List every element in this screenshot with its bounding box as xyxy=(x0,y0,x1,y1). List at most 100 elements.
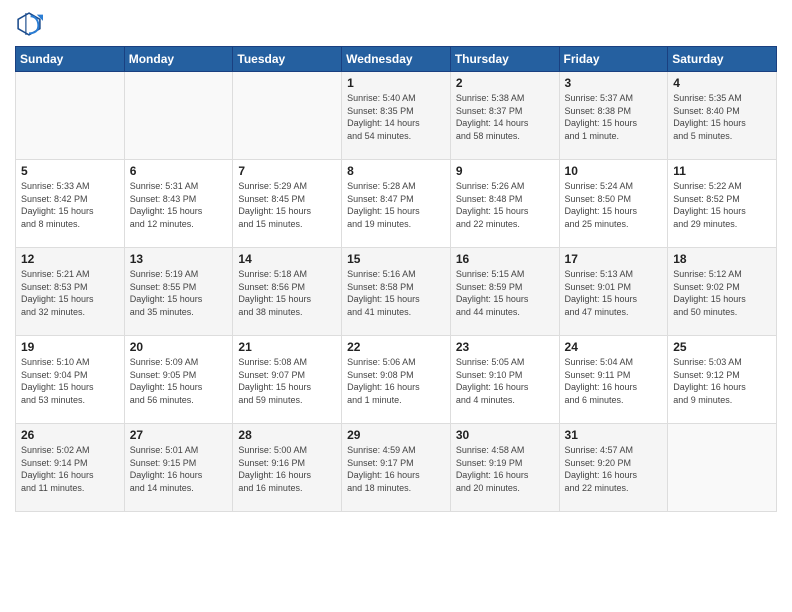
day-info: Sunrise: 5:18 AM Sunset: 8:56 PM Dayligh… xyxy=(238,268,336,318)
col-tuesday: Tuesday xyxy=(233,47,342,72)
day-info: Sunrise: 5:04 AM Sunset: 9:11 PM Dayligh… xyxy=(565,356,663,406)
col-monday: Monday xyxy=(124,47,233,72)
day-number: 30 xyxy=(456,428,554,442)
logo-icon xyxy=(15,10,43,38)
day-info: Sunrise: 5:01 AM Sunset: 9:15 PM Dayligh… xyxy=(130,444,228,494)
calendar-cell: 28 Sunrise: 5:00 AM Sunset: 9:16 PM Dayli… xyxy=(233,424,342,512)
header-row: Sunday Monday Tuesday Wednesday Thursday… xyxy=(16,47,777,72)
day-number: 11 xyxy=(673,164,771,178)
day-number: 13 xyxy=(130,252,228,266)
calendar-cell xyxy=(668,424,777,512)
calendar-cell xyxy=(16,72,125,160)
calendar-week-4: 19 Sunrise: 5:10 AM Sunset: 9:04 PM Dayli… xyxy=(16,336,777,424)
day-number: 23 xyxy=(456,340,554,354)
day-info: Sunrise: 5:19 AM Sunset: 8:55 PM Dayligh… xyxy=(130,268,228,318)
day-number: 26 xyxy=(21,428,119,442)
calendar-cell: 7 Sunrise: 5:29 AM Sunset: 8:45 PM Daylig… xyxy=(233,160,342,248)
day-number: 27 xyxy=(130,428,228,442)
day-info: Sunrise: 5:40 AM Sunset: 8:35 PM Dayligh… xyxy=(347,92,445,142)
day-info: Sunrise: 5:16 AM Sunset: 8:58 PM Dayligh… xyxy=(347,268,445,318)
day-number: 15 xyxy=(347,252,445,266)
day-info: Sunrise: 5:24 AM Sunset: 8:50 PM Dayligh… xyxy=(565,180,663,230)
col-thursday: Thursday xyxy=(450,47,559,72)
day-info: Sunrise: 5:31 AM Sunset: 8:43 PM Dayligh… xyxy=(130,180,228,230)
day-number: 12 xyxy=(21,252,119,266)
day-number: 6 xyxy=(130,164,228,178)
day-number: 21 xyxy=(238,340,336,354)
calendar-week-3: 12 Sunrise: 5:21 AM Sunset: 8:53 PM Dayli… xyxy=(16,248,777,336)
calendar-cell: 1 Sunrise: 5:40 AM Sunset: 8:35 PM Daylig… xyxy=(342,72,451,160)
calendar-cell: 24 Sunrise: 5:04 AM Sunset: 9:11 PM Dayli… xyxy=(559,336,668,424)
day-number: 5 xyxy=(21,164,119,178)
day-info: Sunrise: 5:05 AM Sunset: 9:10 PM Dayligh… xyxy=(456,356,554,406)
day-info: Sunrise: 5:03 AM Sunset: 9:12 PM Dayligh… xyxy=(673,356,771,406)
day-number: 9 xyxy=(456,164,554,178)
day-number: 20 xyxy=(130,340,228,354)
calendar-cell: 17 Sunrise: 5:13 AM Sunset: 9:01 PM Dayli… xyxy=(559,248,668,336)
calendar-cell: 6 Sunrise: 5:31 AM Sunset: 8:43 PM Daylig… xyxy=(124,160,233,248)
day-number: 1 xyxy=(347,76,445,90)
day-info: Sunrise: 5:28 AM Sunset: 8:47 PM Dayligh… xyxy=(347,180,445,230)
day-info: Sunrise: 5:37 AM Sunset: 8:38 PM Dayligh… xyxy=(565,92,663,142)
calendar-cell: 14 Sunrise: 5:18 AM Sunset: 8:56 PM Dayli… xyxy=(233,248,342,336)
col-friday: Friday xyxy=(559,47,668,72)
day-number: 22 xyxy=(347,340,445,354)
day-number: 19 xyxy=(21,340,119,354)
day-number: 28 xyxy=(238,428,336,442)
calendar-week-5: 26 Sunrise: 5:02 AM Sunset: 9:14 PM Dayli… xyxy=(16,424,777,512)
day-info: Sunrise: 5:10 AM Sunset: 9:04 PM Dayligh… xyxy=(21,356,119,406)
day-number: 14 xyxy=(238,252,336,266)
day-info: Sunrise: 5:09 AM Sunset: 9:05 PM Dayligh… xyxy=(130,356,228,406)
page-header xyxy=(15,10,777,38)
calendar-body: 1 Sunrise: 5:40 AM Sunset: 8:35 PM Daylig… xyxy=(16,72,777,512)
day-info: Sunrise: 5:08 AM Sunset: 9:07 PM Dayligh… xyxy=(238,356,336,406)
calendar-header: Sunday Monday Tuesday Wednesday Thursday… xyxy=(16,47,777,72)
day-number: 31 xyxy=(565,428,663,442)
calendar-cell: 31 Sunrise: 4:57 AM Sunset: 9:20 PM Dayli… xyxy=(559,424,668,512)
calendar-cell: 25 Sunrise: 5:03 AM Sunset: 9:12 PM Dayli… xyxy=(668,336,777,424)
day-info: Sunrise: 5:26 AM Sunset: 8:48 PM Dayligh… xyxy=(456,180,554,230)
calendar-cell: 8Sunrise: 5:28 AM Sunset: 8:47 PM Daylig… xyxy=(342,160,451,248)
calendar-cell: 26 Sunrise: 5:02 AM Sunset: 9:14 PM Dayli… xyxy=(16,424,125,512)
calendar-cell: 30 Sunrise: 4:58 AM Sunset: 9:19 PM Dayli… xyxy=(450,424,559,512)
calendar-week-1: 1 Sunrise: 5:40 AM Sunset: 8:35 PM Daylig… xyxy=(16,72,777,160)
day-number: 10 xyxy=(565,164,663,178)
calendar-cell: 16Sunrise: 5:15 AM Sunset: 8:59 PM Dayli… xyxy=(450,248,559,336)
col-wednesday: Wednesday xyxy=(342,47,451,72)
day-info: Sunrise: 5:02 AM Sunset: 9:14 PM Dayligh… xyxy=(21,444,119,494)
day-number: 25 xyxy=(673,340,771,354)
day-info: Sunrise: 5:35 AM Sunset: 8:40 PM Dayligh… xyxy=(673,92,771,142)
page-container: Sunday Monday Tuesday Wednesday Thursday… xyxy=(0,0,792,527)
calendar-cell: 9 Sunrise: 5:26 AM Sunset: 8:48 PM Daylig… xyxy=(450,160,559,248)
calendar-table: Sunday Monday Tuesday Wednesday Thursday… xyxy=(15,46,777,512)
day-info: Sunrise: 5:13 AM Sunset: 9:01 PM Dayligh… xyxy=(565,268,663,318)
day-info: Sunrise: 4:58 AM Sunset: 9:19 PM Dayligh… xyxy=(456,444,554,494)
calendar-cell: 12 Sunrise: 5:21 AM Sunset: 8:53 PM Dayli… xyxy=(16,248,125,336)
day-info: Sunrise: 5:00 AM Sunset: 9:16 PM Dayligh… xyxy=(238,444,336,494)
day-number: 17 xyxy=(565,252,663,266)
calendar-cell: 4Sunrise: 5:35 AM Sunset: 8:40 PM Daylig… xyxy=(668,72,777,160)
calendar-cell: 21 Sunrise: 5:08 AM Sunset: 9:07 PM Dayli… xyxy=(233,336,342,424)
day-number: 24 xyxy=(565,340,663,354)
day-info: Sunrise: 5:21 AM Sunset: 8:53 PM Dayligh… xyxy=(21,268,119,318)
day-number: 7 xyxy=(238,164,336,178)
calendar-cell: 11 Sunrise: 5:22 AM Sunset: 8:52 PM Dayli… xyxy=(668,160,777,248)
calendar-cell: 27 Sunrise: 5:01 AM Sunset: 9:15 PM Dayli… xyxy=(124,424,233,512)
calendar-cell: 23 Sunrise: 5:05 AM Sunset: 9:10 PM Dayli… xyxy=(450,336,559,424)
day-info: Sunrise: 4:57 AM Sunset: 9:20 PM Dayligh… xyxy=(565,444,663,494)
calendar-cell xyxy=(233,72,342,160)
calendar-cell: 5 Sunrise: 5:33 AM Sunset: 8:42 PM Daylig… xyxy=(16,160,125,248)
day-number: 16 xyxy=(456,252,554,266)
day-info: Sunrise: 5:38 AM Sunset: 8:37 PM Dayligh… xyxy=(456,92,554,142)
calendar-cell: 18Sunrise: 5:12 AM Sunset: 9:02 PM Dayli… xyxy=(668,248,777,336)
day-info: Sunrise: 5:33 AM Sunset: 8:42 PM Dayligh… xyxy=(21,180,119,230)
logo xyxy=(15,10,47,38)
calendar-week-2: 5 Sunrise: 5:33 AM Sunset: 8:42 PM Daylig… xyxy=(16,160,777,248)
calendar-cell: 3Sunrise: 5:37 AM Sunset: 8:38 PM Daylig… xyxy=(559,72,668,160)
calendar-cell: 2Sunrise: 5:38 AM Sunset: 8:37 PM Daylig… xyxy=(450,72,559,160)
calendar-cell: 19 Sunrise: 5:10 AM Sunset: 9:04 PM Dayli… xyxy=(16,336,125,424)
day-info: Sunrise: 5:29 AM Sunset: 8:45 PM Dayligh… xyxy=(238,180,336,230)
day-info: Sunrise: 5:22 AM Sunset: 8:52 PM Dayligh… xyxy=(673,180,771,230)
calendar-cell: 13 Sunrise: 5:19 AM Sunset: 8:55 PM Dayli… xyxy=(124,248,233,336)
calendar-cell: 29Sunrise: 4:59 AM Sunset: 9:17 PM Dayli… xyxy=(342,424,451,512)
